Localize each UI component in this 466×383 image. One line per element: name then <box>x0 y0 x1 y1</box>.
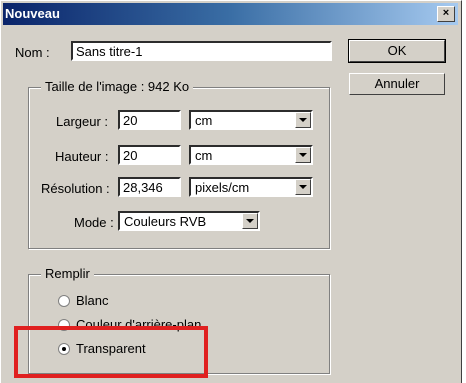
resolution-label: Résolution : <box>41 181 110 196</box>
width-unit-select[interactable]: cm <box>189 110 313 130</box>
width-label: Largeur : <box>56 114 109 129</box>
width-unit-value: cm <box>195 113 213 128</box>
mode-value: Couleurs RVB <box>124 214 207 229</box>
title-bar[interactable]: Nouveau × <box>3 3 458 25</box>
name-label: Nom : <box>15 45 50 60</box>
fill-legend: Remplir <box>41 266 94 281</box>
close-button[interactable]: × <box>437 6 455 22</box>
radio-white-label[interactable]: Blanc <box>76 293 109 308</box>
dialog-title: Nouveau <box>5 6 60 21</box>
mode-select[interactable]: Couleurs RVB <box>118 211 260 231</box>
chevron-down-icon[interactable] <box>295 179 311 195</box>
width-input[interactable]: 20 <box>118 110 181 130</box>
name-input[interactable]: Sans titre-1 <box>71 41 332 61</box>
mode-label: Mode : <box>74 215 114 230</box>
ok-button[interactable]: OK <box>348 39 446 63</box>
chevron-down-icon[interactable] <box>242 213 258 229</box>
height-input[interactable]: 20 <box>118 145 181 165</box>
resolution-unit-value: pixels/cm <box>195 180 250 195</box>
chevron-down-icon[interactable] <box>295 147 311 163</box>
image-size-legend: Taille de l'image : 942 Ko <box>41 79 194 94</box>
height-unit-value: cm <box>195 148 213 163</box>
chevron-down-icon[interactable] <box>295 112 311 128</box>
resolution-input[interactable]: 28,346 <box>118 177 181 197</box>
radio-white[interactable] <box>58 295 70 307</box>
highlight-box <box>14 326 208 378</box>
cancel-button[interactable]: Annuler <box>349 73 445 95</box>
height-label: Hauteur : <box>55 149 109 164</box>
resolution-unit-select[interactable]: pixels/cm <box>189 177 313 197</box>
height-unit-select[interactable]: cm <box>189 145 313 165</box>
